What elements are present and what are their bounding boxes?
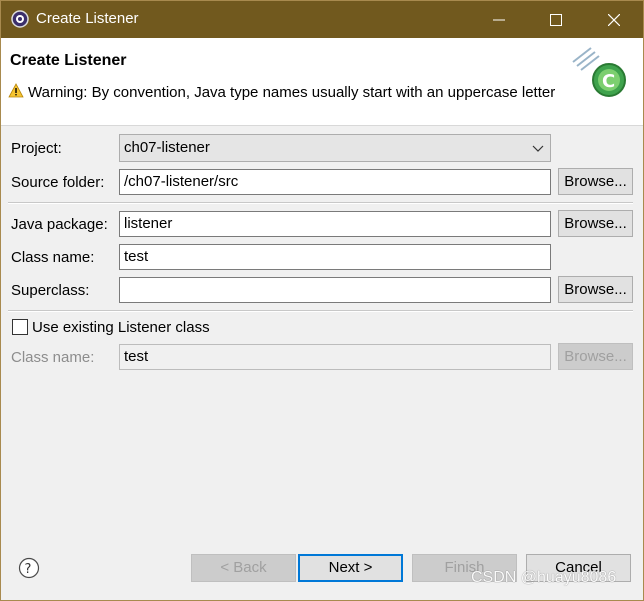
warning-message: Warning: By convention, Java type names …	[28, 84, 556, 101]
page-title: Create Listener	[10, 52, 127, 69]
superclass-field[interactable]	[119, 277, 551, 303]
existing-class-name-field: test	[119, 344, 551, 370]
maximize-button[interactable]	[528, 1, 584, 38]
eclipse-gear-icon	[11, 10, 29, 28]
java-package-label: Java package:	[11, 216, 108, 233]
use-existing-label[interactable]: Use existing Listener class	[32, 319, 210, 336]
project-label: Project:	[11, 140, 62, 157]
separator	[8, 202, 633, 204]
source-folder-field[interactable]: /ch07-listener/src	[119, 169, 551, 195]
maximize-icon	[550, 13, 562, 26]
wizard-header: Create Listener Warning: By convention, …	[1, 38, 643, 126]
close-button[interactable]	[586, 1, 642, 38]
existing-class-name-label: Class name:	[11, 349, 95, 366]
help-icon[interactable]: ?	[18, 557, 40, 579]
close-icon	[608, 13, 620, 26]
minimize-icon	[493, 19, 505, 20]
project-combo[interactable]: ch07-listener	[119, 134, 551, 162]
java-package-field[interactable]: listener	[119, 211, 551, 237]
warning-icon	[8, 83, 24, 98]
superclass-browse-button[interactable]: Browse...	[558, 276, 633, 303]
create-listener-dialog: Create Listener Create Listener Warning:…	[0, 0, 644, 601]
class-name-field[interactable]: test	[119, 244, 551, 270]
svg-text:?: ?	[25, 562, 32, 577]
separator	[8, 310, 633, 312]
java-package-browse-button[interactable]: Browse...	[558, 210, 633, 237]
chevron-down-icon	[532, 145, 544, 152]
minimize-button[interactable]	[471, 1, 527, 38]
existing-class-browse-button: Browse...	[558, 343, 633, 370]
project-value: ch07-listener	[124, 139, 210, 156]
back-button: < Back	[191, 554, 296, 582]
next-button[interactable]: Next >	[298, 554, 403, 582]
superclass-label: Superclass:	[11, 282, 90, 299]
source-folder-label: Source folder:	[11, 174, 105, 191]
svg-text:C: C	[602, 71, 615, 92]
new-class-wizard-icon: C	[572, 47, 626, 97]
watermark: CSDN @huayu8086	[471, 569, 617, 586]
window-title: Create Listener	[36, 10, 139, 27]
class-name-label: Class name:	[11, 249, 95, 266]
title-bar[interactable]: Create Listener	[1, 1, 643, 38]
use-existing-checkbox[interactable]	[12, 319, 28, 335]
source-folder-browse-button[interactable]: Browse...	[558, 168, 633, 195]
